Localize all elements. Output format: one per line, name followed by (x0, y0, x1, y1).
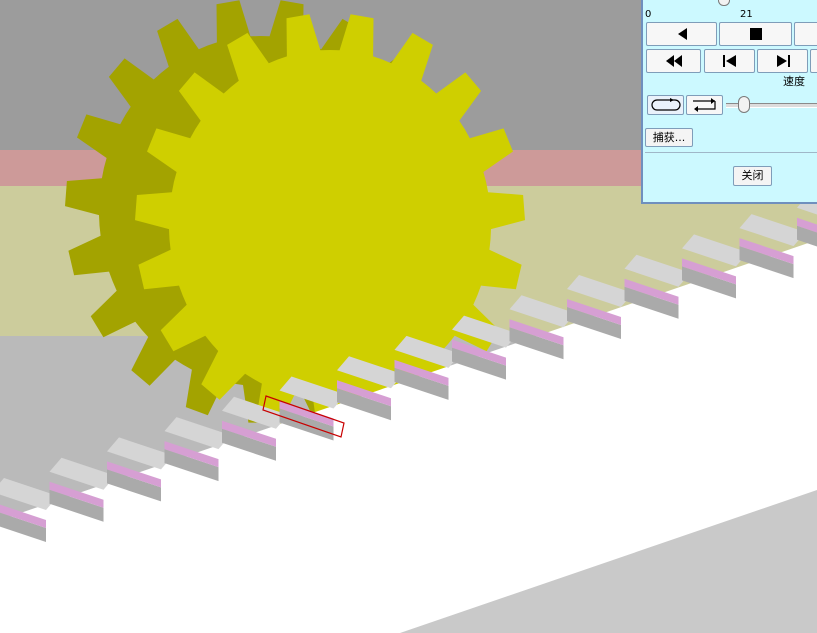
close-button[interactable]: 关闭 (733, 166, 772, 186)
loop-icon (650, 98, 681, 111)
timeline-current-label: 21 (740, 9, 753, 20)
play-reverse-icon (677, 28, 687, 40)
fast-forward-button[interactable] (810, 49, 817, 73)
ping-pong-toggle[interactable] (686, 95, 723, 115)
ping-pong-icon (692, 98, 716, 112)
step-back-icon (722, 55, 736, 67)
capture-button[interactable]: 捕获... (645, 128, 693, 147)
step-forward-icon (776, 55, 790, 67)
step-back-button[interactable] (704, 49, 755, 73)
panel-divider (645, 152, 817, 153)
timeline-start-label: 0 (645, 9, 652, 20)
speed-slider-thumb[interactable] (738, 96, 750, 113)
stop-button[interactable] (719, 22, 792, 46)
stop-icon (749, 28, 762, 40)
speed-label: 速度 (783, 75, 805, 88)
play-forward-button[interactable] (794, 22, 817, 46)
rewind-icon (665, 55, 682, 67)
loop-toggle[interactable] (647, 95, 684, 115)
step-forward-button[interactable] (757, 49, 808, 73)
play-reverse-button[interactable] (646, 22, 717, 46)
rewind-button[interactable] (646, 49, 701, 73)
